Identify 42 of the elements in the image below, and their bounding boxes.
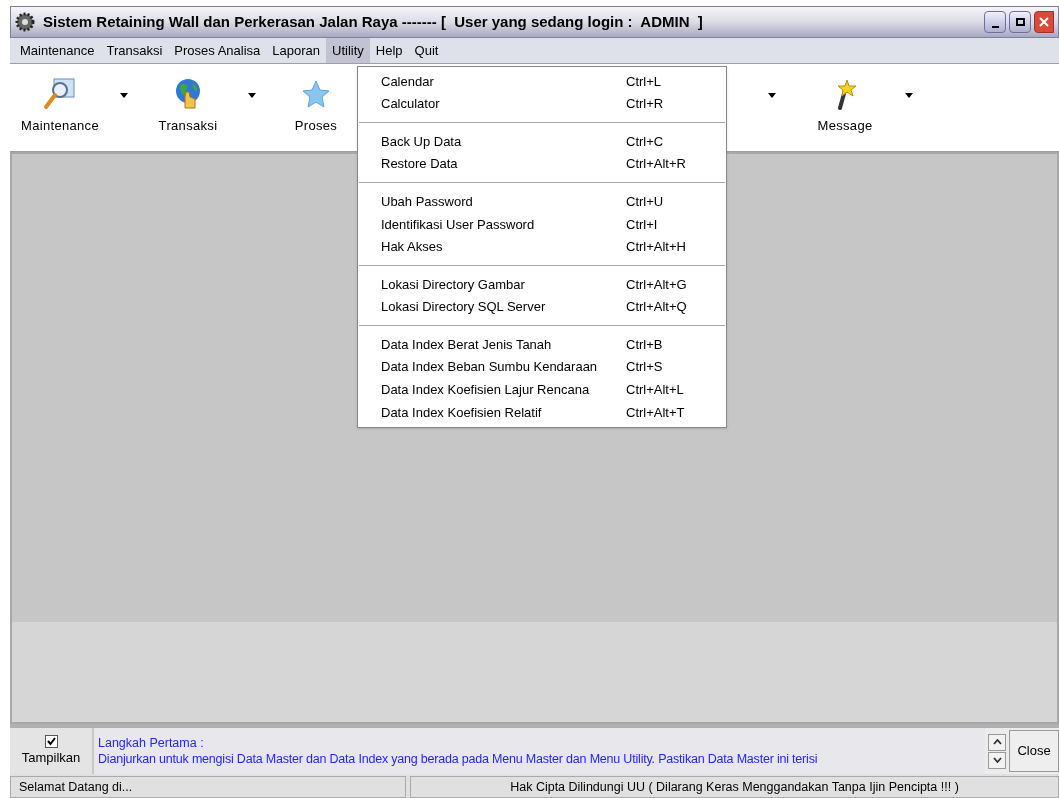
close-button[interactable] bbox=[1034, 11, 1054, 33]
status-panel: Selamat Datang di... bbox=[10, 776, 406, 798]
scroll-up-button[interactable] bbox=[988, 733, 1006, 751]
chevron-up-icon bbox=[992, 739, 1002, 745]
close-icon bbox=[1039, 17, 1049, 27]
menu-item[interactable]: Proses Analisa bbox=[168, 38, 267, 63]
toolbar-button[interactable]: Transaksi bbox=[138, 67, 238, 148]
dropdown-caret-icon[interactable] bbox=[905, 93, 913, 98]
status-panel: Hak Cipta Dilindungi UU ( Dilarang Keras Menggandakan Tanpa Ijin Pencipta !!! ) bbox=[410, 776, 1059, 798]
restore-button[interactable] bbox=[1009, 11, 1031, 33]
scroll-down-button[interactable] bbox=[988, 751, 1006, 769]
dropdown-menu-item[interactable]: Restore Data Ctrl+Alt+R bbox=[358, 152, 726, 176]
info-close-button[interactable]: Close bbox=[1009, 730, 1059, 772]
dropdown-menu-item[interactable]: Data Index Beban Sumbu Kendaraan Ctrl+S bbox=[358, 355, 726, 379]
menu-item[interactable]: Quit bbox=[408, 38, 445, 63]
gear-icon bbox=[15, 12, 35, 32]
minimize-button[interactable] bbox=[984, 11, 1006, 33]
toolbar-button[interactable]: Message bbox=[795, 67, 895, 148]
toolbar-button[interactable]: Maintenance bbox=[10, 67, 110, 148]
info-message: Dianjurkan untuk mengisi Data Master dan Data Index yang berada pada Menu Master dan Menu Utility. Pastikan Data Master ini terisi bbox=[98, 751, 819, 767]
dropdown-menu-item[interactable]: Hak Akses Ctrl+Alt+H bbox=[358, 235, 726, 259]
show-checkbox[interactable]: Tampilkan bbox=[10, 728, 94, 774]
menu-item[interactable]: Transaksi bbox=[100, 38, 169, 63]
menu-item[interactable]: Maintenance bbox=[14, 38, 101, 63]
window-title: Sistem Retaining Wall dan Perkerasan Jalan Raya ------- [ User yang sedang login : ADMIN ] bbox=[43, 11, 704, 32]
star-icon bbox=[301, 78, 331, 109]
menu-item[interactable]: Utility bbox=[326, 38, 370, 63]
dropdown-menu-item[interactable]: Identifikasi User Password Ctrl+I bbox=[358, 212, 726, 236]
menu-item[interactable]: Help bbox=[369, 38, 409, 63]
dropdown-caret-icon[interactable] bbox=[768, 93, 776, 98]
dropdown-caret-icon[interactable] bbox=[248, 93, 256, 98]
dropdown-menu-item[interactable]: Ubah Password Ctrl+U bbox=[358, 190, 726, 213]
checkmark-icon bbox=[46, 736, 56, 746]
dropdown-menu-item[interactable]: Data Index Koefisien Lajur Rencana Ctrl+Alt+L bbox=[358, 378, 726, 402]
dropdown-menu-item[interactable]: Data Index Berat Jenis Tanah Ctrl+B bbox=[358, 333, 726, 356]
dropdown-menu-item[interactable]: Data Index Koefisien Relatif Ctrl+Alt+T bbox=[358, 401, 726, 424]
info-heading: Langkah Pertama : bbox=[98, 735, 205, 751]
menu-item[interactable]: Laporan bbox=[266, 38, 327, 63]
dropdown-menu-item[interactable]: Lokasi Directory Gambar Ctrl+Alt+G bbox=[358, 273, 726, 296]
dropdown-menu-item[interactable]: Lokasi Directory SQL Server Ctrl+Alt+Q bbox=[358, 295, 726, 319]
chevron-down-icon bbox=[992, 757, 1002, 763]
dropdown-caret-icon[interactable] bbox=[120, 93, 128, 98]
